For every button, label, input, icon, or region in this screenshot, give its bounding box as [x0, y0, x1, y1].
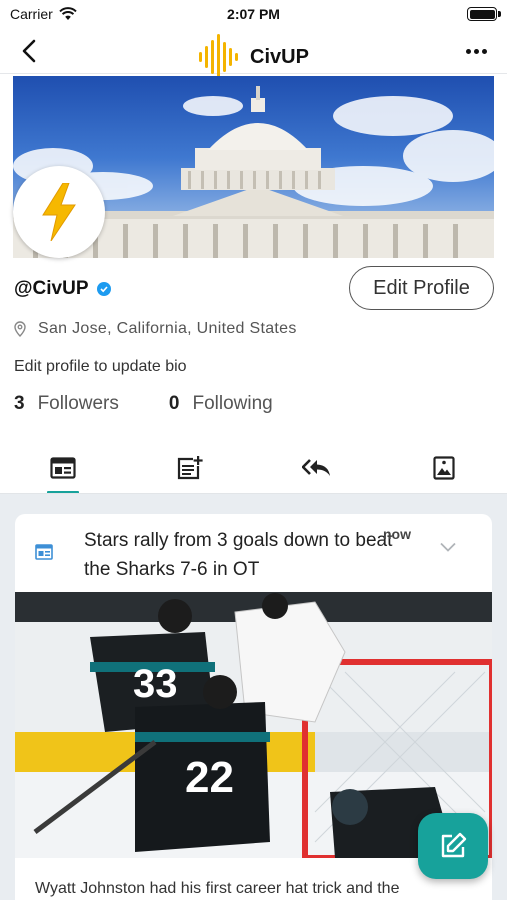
- verified-badge-icon: [96, 282, 111, 296]
- tab-posts[interactable]: [0, 442, 127, 494]
- article-icon: [35, 544, 53, 560]
- following-link[interactable]: Following: [192, 393, 272, 415]
- location-row: San Jose, California, United States: [14, 320, 297, 338]
- battery-icon: [467, 7, 501, 21]
- post-title[interactable]: Stars rally from 3 goals down to beat th…: [84, 526, 414, 584]
- reply-all-icon: [301, 459, 330, 476]
- edit-profile-button[interactable]: Edit Profile: [349, 266, 494, 310]
- more-horizontal-icon: [465, 48, 471, 54]
- svg-text:33: 33: [133, 662, 178, 706]
- location-pin-icon: [14, 321, 26, 337]
- compose-button[interactable]: [418, 813, 488, 879]
- followers-count: 3: [14, 393, 25, 414]
- profile-tabs: [0, 442, 507, 494]
- tab-create[interactable]: [127, 442, 254, 494]
- article-icon: [50, 457, 76, 479]
- handle-row: @CivUP: [14, 278, 111, 300]
- more-options-button[interactable]: [461, 40, 491, 62]
- clock: 2:07 PM: [227, 6, 280, 22]
- post-excerpt: Wyatt Johnston had his first career hat …: [35, 880, 400, 897]
- hockey-game-photo: 33 22: [15, 592, 492, 858]
- soundwave-logo-icon: [199, 34, 239, 80]
- status-bar: Carrier 2:07 PM: [0, 0, 507, 28]
- tab-media[interactable]: [380, 442, 507, 494]
- post-time: now: [383, 526, 411, 542]
- post-add-icon: [178, 456, 203, 480]
- app-title: CivUP: [250, 45, 309, 68]
- svg-text:22: 22: [185, 753, 234, 802]
- follow-stats: 3 Followers 0 Following: [14, 393, 273, 415]
- post-image[interactable]: 33 22: [15, 592, 492, 858]
- profile-bio: Edit profile to update bio: [14, 358, 187, 375]
- avatar[interactable]: [13, 166, 105, 258]
- followers-link[interactable]: Followers: [38, 393, 119, 415]
- app-brand: CivUP: [0, 34, 507, 80]
- lightning-bolt-icon: [42, 183, 76, 241]
- tab-replies[interactable]: [254, 442, 381, 494]
- profile-location: San Jose, California, United States: [38, 320, 297, 337]
- profile-handle: @CivUP: [14, 278, 89, 299]
- nav-bar: CivUP: [0, 28, 507, 80]
- following-count: 0: [168, 393, 180, 414]
- compose-icon: [441, 832, 467, 858]
- image-icon: [433, 456, 455, 480]
- chevron-down-icon[interactable]: [440, 542, 456, 552]
